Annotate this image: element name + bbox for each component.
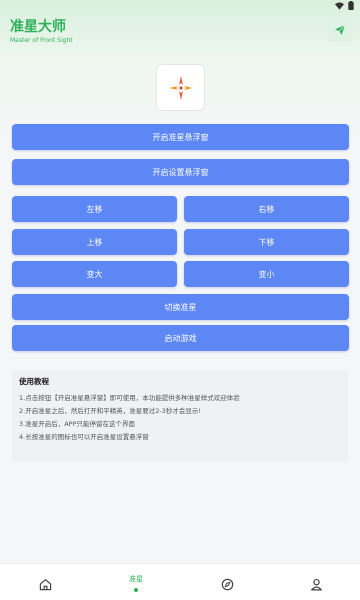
move-right-button[interactable]: 右移 xyxy=(184,196,349,222)
move-down-button[interactable]: 下移 xyxy=(184,229,349,255)
switch-crosshair-button[interactable]: 切换准星 xyxy=(12,294,349,320)
app-header: 准星大师 Master of Front Sight xyxy=(10,18,73,45)
nav-profile[interactable] xyxy=(306,574,326,594)
tutorial-line: 1.点击按钮【开启准星悬浮窗】即可使用，本功能提供多种准星样式欢迎体验 xyxy=(19,394,240,402)
battery-icon xyxy=(348,1,354,10)
compass-icon xyxy=(221,578,233,590)
move-up-button[interactable]: 上移 xyxy=(12,229,177,255)
nav-crosshair-label: 准星 xyxy=(129,575,143,583)
crosshair-icon xyxy=(168,75,193,100)
nav-active-dot xyxy=(134,588,138,592)
wifi-icon xyxy=(335,1,344,10)
shrink-button[interactable]: 变小 xyxy=(184,261,349,287)
home-icon xyxy=(39,578,51,590)
open-settings-floating-button[interactable]: 开启设置悬浮窗 xyxy=(12,159,349,185)
tutorial-panel: 使用教程 1.点击按钮【开启准星悬浮窗】即可使用，本功能提供多种准星样式欢迎体验… xyxy=(12,370,348,462)
user-icon xyxy=(310,578,322,590)
status-bar xyxy=(0,0,360,14)
share-button[interactable] xyxy=(328,18,352,42)
app-subtitle: Master of Front Sight xyxy=(10,37,73,44)
nav-home[interactable] xyxy=(35,574,55,594)
tutorial-title: 使用教程 xyxy=(19,377,49,386)
send-icon xyxy=(335,24,346,35)
tutorial-line: 4.长按准星的图标也可以开启准星设置悬浮窗 xyxy=(19,433,149,441)
bottom-nav: 准星 xyxy=(0,563,360,600)
enlarge-button[interactable]: 变大 xyxy=(12,261,177,287)
app-title: 准星大师 xyxy=(10,19,66,35)
crosshair-logo xyxy=(156,64,205,111)
nav-discover[interactable] xyxy=(217,574,237,594)
open-crosshair-floating-button[interactable]: 开启准星悬浮窗 xyxy=(12,124,349,150)
start-game-button[interactable]: 启动游戏 xyxy=(12,325,349,351)
move-left-button[interactable]: 左移 xyxy=(12,196,177,222)
tutorial-line: 2.开启准星之后，然后打开和平精英，准星要过2-3秒才会显示! xyxy=(19,407,201,415)
tutorial-line: 3.准星开启后，APP只能停留在这个界面 xyxy=(19,420,135,428)
